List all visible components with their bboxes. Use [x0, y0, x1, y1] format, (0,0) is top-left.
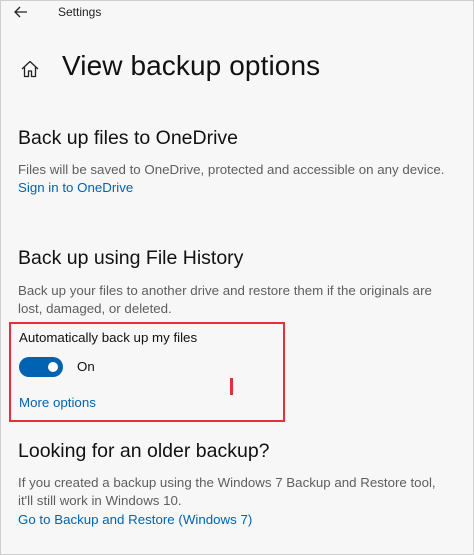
back-button[interactable] [10, 1, 32, 23]
home-icon [21, 60, 39, 78]
file-history-description-line1: Back up your files to another drive and … [18, 283, 432, 298]
toggle-knob [48, 362, 58, 372]
file-history-heading: Back up using File History [18, 247, 244, 269]
back-arrow-icon [14, 6, 27, 18]
window-title: Settings [58, 5, 102, 19]
older-backup-description-line1: If you created a backup using the Window… [18, 475, 436, 490]
toggle-state-label: On [77, 359, 95, 374]
older-backup-description-line2: it'll still work in Windows 10. [18, 493, 182, 508]
sign-in-onedrive-link[interactable]: Sign in to OneDrive [18, 180, 133, 195]
onedrive-description: Files will be saved to OneDrive, protect… [18, 162, 445, 177]
file-history-description-line2: lost, damaged, or deleted. [18, 301, 172, 316]
older-backup-heading: Looking for an older backup? [18, 440, 270, 462]
auto-backup-label: Automatically back up my files [19, 330, 198, 345]
onedrive-heading: Back up files to OneDrive [18, 127, 239, 149]
more-options-link[interactable]: More options [19, 395, 96, 410]
page-title: View backup options [62, 50, 321, 81]
backup-restore-windows7-link[interactable]: Go to Backup and Restore (Windows 7) [18, 512, 252, 527]
settings-window: Settings View backup options Back up fil… [0, 0, 474, 555]
title-bar: Settings [1, 1, 473, 25]
text-cursor-mark [230, 378, 233, 395]
home-button[interactable] [20, 59, 40, 79]
auto-backup-toggle[interactable] [19, 357, 63, 377]
